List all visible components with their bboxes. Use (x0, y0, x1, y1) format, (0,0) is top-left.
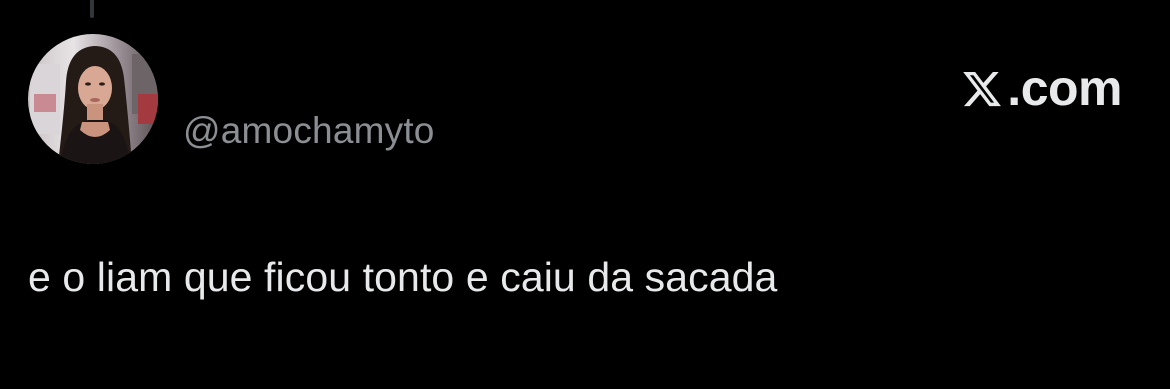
brand-domain-text: .com (1007, 60, 1122, 116)
avatar-photo-icon (28, 34, 158, 164)
author-handle[interactable]: @amochamyto (183, 111, 435, 151)
avatar[interactable] (28, 34, 158, 164)
thread-connector-line (90, 0, 94, 18)
x-logo-icon (963, 71, 1002, 107)
brand-watermark: .com (960, 60, 1122, 116)
tweet-text: e o liam que ficou tonto e caiu da sacad… (28, 254, 778, 300)
